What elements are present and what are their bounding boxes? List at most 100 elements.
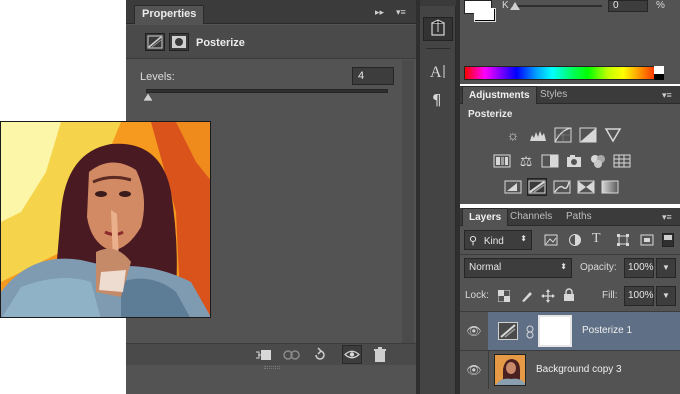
shape-layer-filter-icon[interactable]: [616, 233, 630, 247]
tab-layers[interactable]: Layers: [462, 208, 509, 226]
divider: [460, 254, 680, 255]
levels-slider-handle[interactable]: [143, 93, 153, 101]
properties-tabbar: Properties ▸▸ ▾≡: [126, 0, 416, 24]
levels-icon[interactable]: [528, 126, 548, 144]
resize-grip[interactable]: [264, 366, 280, 369]
threshold-icon[interactable]: [552, 178, 572, 196]
exposure-icon[interactable]: [578, 126, 598, 144]
layers-tabbar: Layers Channels Paths ▾≡: [460, 208, 680, 226]
fill-label: Fill:: [602, 290, 618, 301]
smart-object-filter-icon[interactable]: [640, 233, 654, 247]
mask-icon[interactable]: [169, 33, 189, 51]
reset-icon[interactable]: [312, 347, 328, 363]
color-balance-icon[interactable]: ⚖: [516, 152, 536, 170]
panel-menu-icon[interactable]: ▾≡: [662, 90, 672, 101]
k-unit: %: [656, 0, 665, 11]
adjustment-current-label: Posterize: [468, 109, 513, 120]
selective-color-icon[interactable]: [576, 178, 596, 196]
tab-styles[interactable]: Styles: [534, 86, 573, 104]
posterize-icon[interactable]: [527, 178, 547, 196]
curves-icon[interactable]: [553, 126, 573, 144]
white-swatch[interactable]: [654, 66, 664, 74]
dropdown-arrows-icon: ⬍: [520, 234, 527, 243]
eye-icon[interactable]: 👁: [466, 351, 482, 389]
k-channel-label: K: [502, 0, 509, 11]
posterized-photo: [0, 121, 211, 318]
panel-menu-icon[interactable]: ▾≡: [396, 7, 406, 18]
color-lookup-icon[interactable]: [612, 152, 632, 170]
layer-mask-thumbnail[interactable]: [538, 315, 572, 347]
tab-adjustments[interactable]: Adjustments: [462, 86, 537, 104]
black-white-icon[interactable]: [540, 152, 560, 170]
adjustments-panel: Adjustments Styles ▾≡ Posterize ☼ ⚖: [460, 86, 680, 204]
adjustment-icon[interactable]: [145, 33, 165, 51]
lock-image-pixels-icon[interactable]: [520, 289, 534, 303]
svg-text:A: A: [430, 64, 442, 81]
levels-slider-track[interactable]: [146, 89, 388, 93]
type-layer-filter-icon[interactable]: T: [592, 231, 601, 247]
properties-footer: [126, 343, 416, 365]
properties-title: Posterize: [196, 37, 245, 49]
fill-field[interactable]: 100%: [624, 286, 654, 306]
collapse-panel-icon[interactable]: ▸▸: [375, 7, 384, 18]
blend-mode-value: Normal: [469, 262, 502, 273]
vibrance-icon[interactable]: [603, 126, 623, 144]
channel-mixer-icon[interactable]: [588, 152, 608, 170]
k-slider-track[interactable]: [512, 5, 602, 7]
properties-scrollbar[interactable]: [402, 60, 414, 343]
character-icon[interactable]: A: [423, 60, 453, 84]
fill-dropdown-arrow-icon[interactable]: ▼: [656, 286, 676, 306]
eye-icon: [344, 350, 360, 359]
layer-row[interactable]: 👁 Background copy 3: [460, 350, 680, 389]
lock-all-icon[interactable]: [563, 288, 575, 302]
k-value-field[interactable]: 0: [608, 0, 648, 12]
layer-row[interactable]: 👁 Posterize 1: [460, 311, 680, 350]
panel-menu-icon[interactable]: ▾≡: [662, 212, 672, 223]
k-slider-handle[interactable]: [510, 2, 520, 10]
adjustment-layer-icon: [498, 322, 518, 340]
lock-label: Lock:: [465, 290, 489, 301]
gradient-map-icon[interactable]: [600, 178, 620, 196]
layer-name[interactable]: Posterize 1: [582, 325, 632, 336]
clip-to-layer-icon[interactable]: [254, 348, 272, 362]
3d-icon[interactable]: [423, 17, 453, 41]
trash-icon[interactable]: [373, 347, 387, 363]
levels-label: Levels:: [140, 71, 175, 83]
hue-saturation-icon[interactable]: [492, 152, 512, 170]
link-icon[interactable]: [526, 325, 534, 339]
opacity-field[interactable]: 100%: [624, 258, 654, 278]
collapsed-dock: A ¶: [420, 0, 456, 394]
paragraph-icon[interactable]: ¶: [423, 88, 453, 112]
blend-mode-select[interactable]: Normal ⬍: [464, 258, 572, 278]
lock-position-icon[interactable]: [541, 289, 555, 303]
opacity-label: Opacity:: [580, 262, 617, 273]
layer-filter-select[interactable]: ⚲ Kind ⬍: [464, 230, 532, 250]
levels-value-field[interactable]: 4: [352, 67, 394, 85]
tab-paths[interactable]: Paths: [560, 208, 598, 226]
properties-header: Posterize: [126, 25, 416, 59]
tab-channels[interactable]: Channels: [504, 208, 558, 226]
filter-toggle-switch[interactable]: [662, 233, 674, 247]
dropdown-arrows-icon: ⬍: [560, 262, 567, 271]
pixel-layer-filter-icon[interactable]: [544, 233, 558, 247]
search-icon: ⚲: [469, 235, 478, 247]
black-swatch[interactable]: [654, 74, 664, 80]
layer-filter-value: Kind: [483, 236, 504, 247]
color-ramp[interactable]: [464, 66, 664, 80]
view-previous-state-icon[interactable]: [282, 348, 302, 362]
adjustment-layer-filter-icon[interactable]: [568, 233, 582, 247]
divider: [488, 351, 489, 389]
visibility-toggle-button[interactable]: [342, 345, 362, 364]
photo-filter-icon[interactable]: [564, 152, 584, 170]
lock-transparent-pixels-icon[interactable]: [498, 290, 510, 302]
eye-icon[interactable]: 👁: [466, 312, 482, 350]
layer-thumbnail[interactable]: [494, 354, 526, 386]
opacity-dropdown-arrow-icon[interactable]: ▼: [656, 258, 676, 278]
tab-properties[interactable]: Properties: [134, 5, 205, 24]
brightness-contrast-icon[interactable]: ☼: [503, 126, 523, 144]
adjustments-tabbar: Adjustments Styles ▾≡: [460, 86, 680, 104]
color-panel: K 0 %: [460, 0, 680, 84]
invert-icon[interactable]: [503, 178, 523, 196]
dock-divider: [426, 48, 450, 49]
layer-name[interactable]: Background copy 3: [536, 364, 622, 375]
